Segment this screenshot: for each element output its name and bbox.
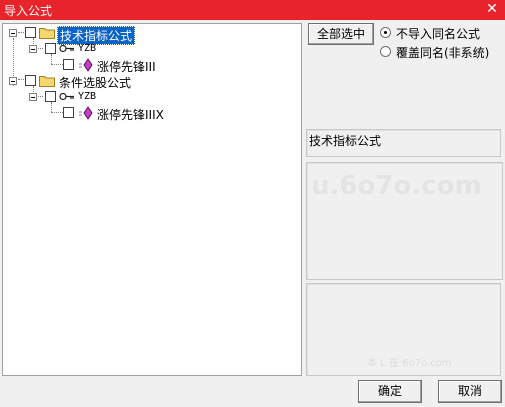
formula-description-box: 本 L 在 6o7o.com (306, 283, 501, 376)
radio-label: 覆盖同名(非系统) (396, 46, 490, 60)
category-display: 技术指标公式 (306, 129, 501, 157)
watermark: u.6o7o.com (311, 171, 482, 201)
radio-label: 不导入同名公式 (396, 27, 481, 41)
cancel-button[interactable]: 取消 (438, 380, 502, 403)
collapse-icon[interactable] (29, 93, 37, 101)
watermark-small: 本 L 在 6o7o.com (367, 358, 452, 369)
tree-node-yzb[interactable]: YZB (3, 41, 301, 57)
tree-node-formula[interactable]: 涨停先锋IIIX (3, 105, 301, 122)
formula-gem-icon (79, 58, 93, 72)
tree-node-yzb[interactable]: YZB (3, 89, 301, 105)
checkbox[interactable] (63, 59, 74, 70)
radio-button[interactable] (380, 46, 391, 57)
checkbox[interactable] (63, 107, 74, 118)
select-all-button[interactable]: 全部选中 (308, 23, 374, 45)
formula-gem-icon (79, 106, 93, 120)
tree-label: YZB (78, 91, 97, 102)
close-icon[interactable]: ✕ (485, 1, 499, 17)
tree-node-indicator-formulas[interactable]: 技术指标公式 (3, 25, 301, 45)
key-icon (59, 44, 74, 53)
checkbox[interactable] (45, 43, 56, 54)
category-label: 技术指标公式 (309, 134, 382, 148)
checkbox[interactable] (25, 27, 36, 38)
checkbox[interactable] (45, 91, 56, 102)
tree-label: 涨停先锋IIIX (97, 108, 164, 122)
options-panel: 全部选中 不导入同名公式 覆盖同名(非系统) 技术指标公式 u.6o7o.com… (304, 23, 505, 378)
radio-button[interactable] (380, 27, 391, 38)
formula-tree[interactable]: 技术指标公式 YZB 涨停先锋III 条件选股公式 YZB 涨停先锋IIIX (2, 23, 302, 376)
collapse-icon[interactable] (29, 45, 37, 53)
key-icon (59, 92, 74, 101)
folder-icon (39, 76, 55, 87)
tree-label: YZB (78, 43, 97, 54)
window-title: 导入公式 (4, 4, 53, 18)
tree-node-formula[interactable]: 涨停先锋III (3, 57, 301, 74)
title-bar: 导入公式 ✕ (0, 0, 505, 20)
collapse-icon[interactable] (9, 77, 17, 85)
tree-node-screening-formulas[interactable]: 条件选股公式 (3, 73, 301, 90)
folder-icon (39, 28, 55, 39)
formula-info-box: u.6o7o.com (306, 162, 503, 280)
ok-button[interactable]: 确定 (358, 380, 422, 403)
checkbox[interactable] (25, 75, 36, 86)
collapse-icon[interactable] (9, 29, 17, 37)
